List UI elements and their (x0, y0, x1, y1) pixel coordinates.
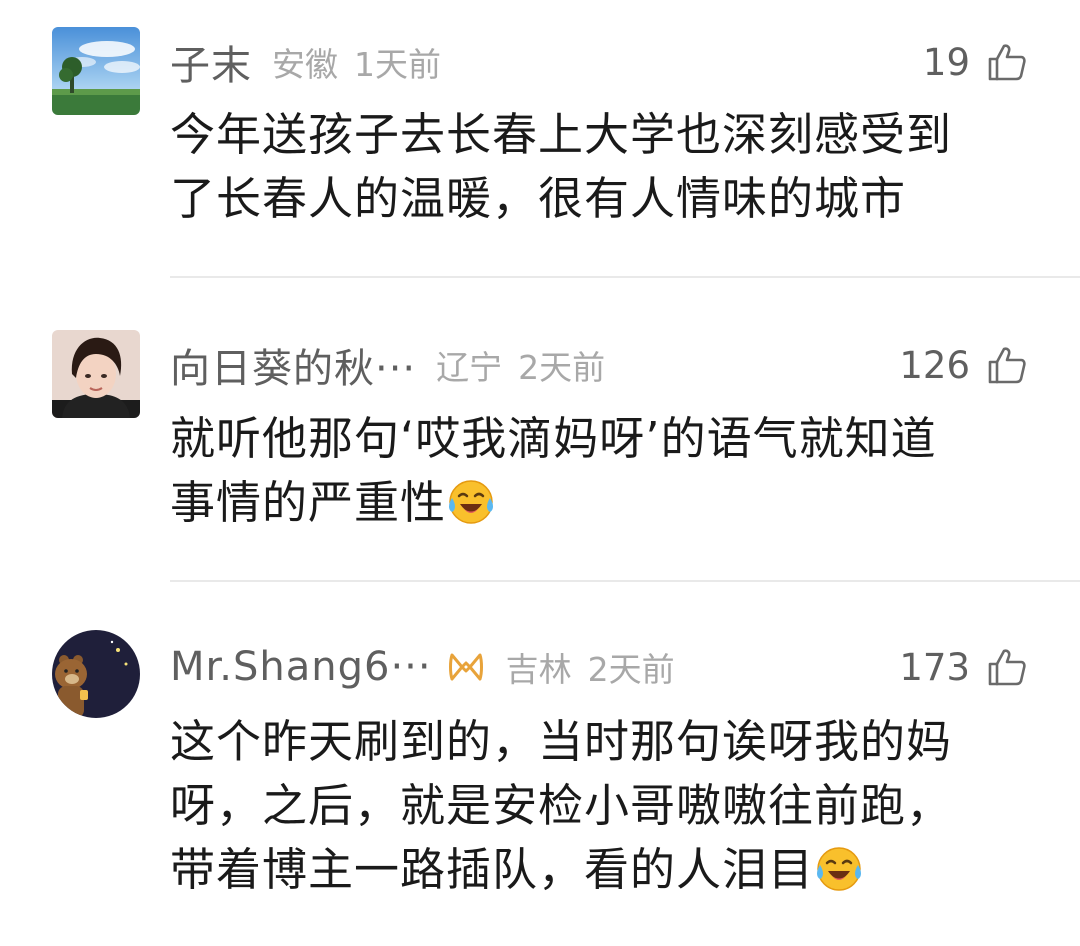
bear-avatar-image (52, 630, 140, 718)
comment-item: Mr.Shang6··· 吉林 2天前 173 这个昨天刷到的，当时那句诶呀我的… (0, 580, 1080, 946)
thumbs-up-icon (986, 646, 1028, 688)
crying-laughing-emoji-icon (814, 843, 864, 893)
comment-item: 子末 安徽 1天前 19 今年送孩子去长春上大学也深刻感受到 了长春人的温暖，很… (0, 0, 1080, 278)
comment-text-line: 事情的严重性 (170, 471, 1050, 535)
portrait-avatar-image (52, 330, 140, 418)
username[interactable]: 向日葵的秋··· (170, 336, 416, 394)
comment-text-line: 呀，之后，就是安检小哥嗷嗷往前跑， (170, 779, 953, 832)
like-button[interactable]: 126 (899, 340, 1028, 390)
location-label: 辽宁 (436, 348, 503, 387)
comment-text-line: 就听他那句‘哎我滴妈呀’的语气就知道 (170, 412, 937, 465)
like-count: 173 (899, 645, 970, 689)
user-avatar[interactable] (52, 27, 140, 115)
comment-meta: Mr.Shang6··· 吉林 2天前 (170, 642, 675, 692)
comment-text-segment: 事情的严重性 (170, 476, 447, 529)
comment-text: 就听他那句‘哎我滴妈呀’的语气就知道 事情的严重性 (170, 407, 1050, 535)
crying-laughing-emoji-icon (446, 476, 496, 526)
like-count: 126 (899, 343, 970, 387)
like-button[interactable]: 19 (923, 37, 1028, 87)
user-avatar[interactable] (52, 630, 140, 718)
comment-text-line: 今年送孩子去长春上大学也深刻感受到 (170, 108, 953, 161)
landscape-avatar-image (52, 27, 140, 115)
thumbs-up-icon (986, 41, 1028, 83)
like-button[interactable]: 173 (899, 642, 1028, 692)
comment-item: 向日葵的秋··· 辽宁 2天前 126 就听他那句‘哎我滴妈呀’的语气就知道 事… (0, 278, 1080, 580)
username[interactable]: 子末 (170, 33, 252, 91)
comment-text-line: 了长春人的温暖，很有人情味的城市 (170, 172, 907, 225)
timestamp: 2天前 (587, 650, 675, 689)
like-count: 19 (922, 40, 970, 84)
location-label: 吉林 (505, 650, 572, 689)
comment-text: 这个昨天刷到的，当时那句诶呀我的妈 呀，之后，就是安检小哥嗷嗷往前跑， 带着博主… (170, 710, 1050, 902)
location-label: 安徽 (272, 45, 338, 84)
thumbs-up-icon (986, 344, 1028, 386)
comment-text: 今年送孩子去长春上大学也深刻感受到 了长春人的温暖，很有人情味的城市 (170, 103, 1050, 231)
timestamp: 2天前 (518, 348, 606, 387)
vip-badge-icon (446, 647, 486, 687)
comment-meta: 子末 安徽 1天前 (170, 37, 441, 89)
username[interactable]: Mr.Shang6··· (170, 644, 432, 690)
comment-text-line: 带着博主一路插队，看的人泪目 (170, 838, 1050, 902)
timestamp: 1天前 (354, 45, 441, 84)
comment-meta: 向日葵的秋··· 辽宁 2天前 (170, 340, 606, 392)
user-avatar[interactable] (52, 330, 140, 418)
comment-text-line: 这个昨天刷到的，当时那句诶呀我的妈 (170, 715, 953, 768)
comment-text-segment: 带着博主一路插队，看的人泪目 (170, 843, 815, 896)
